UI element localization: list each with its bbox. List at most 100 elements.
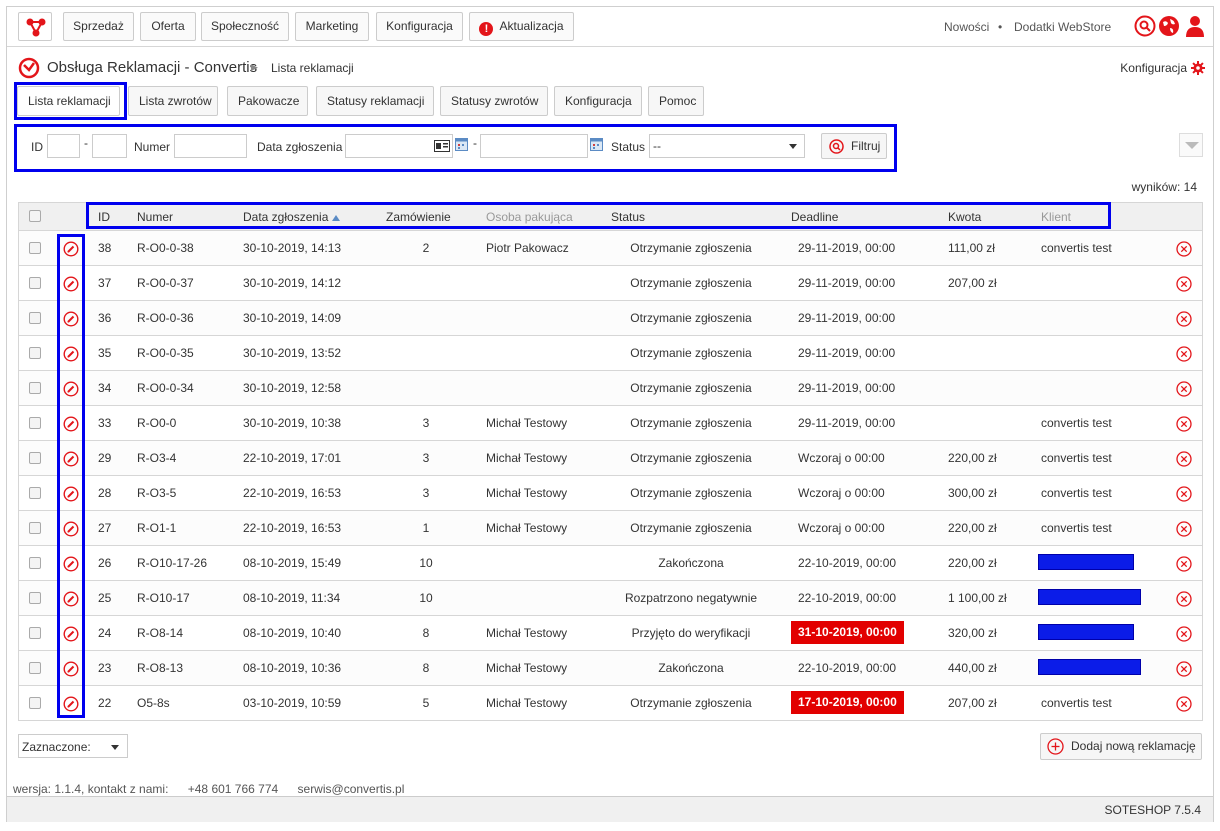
calendar-icon[interactable]: [455, 138, 468, 151]
nav-konfiguracja[interactable]: Konfiguracja: [376, 12, 463, 41]
select-all-checkbox[interactable]: [29, 210, 41, 222]
cell-deadline: 29-11-2019, 00:00: [798, 241, 896, 255]
row-checkbox[interactable]: [29, 592, 41, 604]
search-icon[interactable]: [1134, 15, 1156, 37]
calendar-icon[interactable]: [590, 138, 603, 151]
table-row[interactable]: 28 R-O3-5 22-10-2019, 16:53 3 Michał Testowy…: [19, 476, 1202, 511]
filter-id-from-input[interactable]: [47, 134, 80, 158]
delete-icon[interactable]: [1176, 556, 1192, 572]
nav-sprzedaz[interactable]: Sprzedaż: [63, 12, 134, 41]
delete-icon[interactable]: [1176, 346, 1192, 362]
delete-icon[interactable]: [1176, 416, 1192, 432]
tab-pomoc[interactable]: Pomoc: [648, 86, 704, 116]
edit-icon[interactable]: [63, 626, 79, 642]
filter-button[interactable]: Filtruj: [821, 133, 887, 159]
delete-icon[interactable]: [1176, 626, 1192, 642]
row-checkbox[interactable]: [29, 382, 41, 394]
nav-aktualizacja[interactable]: ! Aktualizacja: [469, 12, 574, 41]
nav-marketing[interactable]: Marketing: [295, 12, 369, 41]
nav-oferta[interactable]: Oferta: [140, 12, 196, 41]
delete-icon[interactable]: [1176, 696, 1192, 712]
edit-icon[interactable]: [63, 661, 79, 677]
gear-icon[interactable]: [1191, 61, 1205, 75]
row-checkbox[interactable]: [29, 522, 41, 534]
bulk-action-select[interactable]: Zaznaczone:: [18, 734, 128, 758]
row-checkbox[interactable]: [29, 452, 41, 464]
filter-id-to-input[interactable]: [92, 134, 127, 158]
delete-icon[interactable]: [1176, 451, 1192, 467]
row-checkbox[interactable]: [29, 277, 41, 289]
delete-icon[interactable]: [1176, 381, 1192, 397]
delete-icon[interactable]: [1176, 311, 1192, 327]
collapse-filter-button[interactable]: [1179, 133, 1203, 157]
table-row[interactable]: 23 R-O8-13 08-10-2019, 10:36 8 Michał Testow…: [19, 651, 1202, 686]
user-icon[interactable]: [1184, 15, 1206, 37]
edit-icon[interactable]: [63, 521, 79, 537]
row-checkbox[interactable]: [29, 662, 41, 674]
config-link[interactable]: Konfiguracja: [1120, 61, 1187, 75]
edit-icon[interactable]: [63, 591, 79, 607]
globe-icon[interactable]: [1158, 15, 1180, 37]
row-checkbox[interactable]: [29, 627, 41, 639]
filter-numer-input[interactable]: [174, 134, 247, 158]
table-row[interactable]: 35 R-O0-0-35 30-10-2019, 13:52 Otrzymanie z…: [19, 336, 1202, 371]
col-zamowienie[interactable]: Zamówienie: [386, 210, 451, 224]
home-logo-button[interactable]: [18, 12, 52, 41]
table-row[interactable]: 25 R-O10-17 08-10-2019, 11:34 10 Rozpatrzono…: [19, 581, 1202, 616]
tab-statusy-zwrotow[interactable]: Statusy zwrotów: [440, 86, 548, 116]
edit-icon[interactable]: [63, 241, 79, 257]
tab-konfiguracja[interactable]: Konfiguracja: [554, 86, 642, 116]
filter-date-to-input[interactable]: [480, 134, 588, 158]
edit-icon[interactable]: [63, 311, 79, 327]
table-row[interactable]: 36 R-O0-0-36 30-10-2019, 14:09 Otrzymanie z…: [19, 301, 1202, 336]
row-checkbox[interactable]: [29, 697, 41, 709]
tab-lista-zwrotow[interactable]: Lista zwrotów: [128, 86, 218, 116]
delete-icon[interactable]: [1176, 591, 1192, 607]
table-row[interactable]: 24 R-O8-14 08-10-2019, 10:40 8 Michał Testow…: [19, 616, 1202, 651]
delete-icon[interactable]: [1176, 486, 1192, 502]
edit-icon[interactable]: [63, 696, 79, 712]
delete-icon[interactable]: [1176, 521, 1192, 537]
filter-date-dash: -: [473, 136, 477, 150]
edit-icon[interactable]: [63, 416, 79, 432]
col-kwota[interactable]: Kwota: [948, 210, 981, 224]
table-row[interactable]: 29 R-O3-4 22-10-2019, 17:01 3 Michał Testowy…: [19, 441, 1202, 476]
row-checkbox[interactable]: [29, 487, 41, 499]
delete-icon[interactable]: [1176, 241, 1192, 257]
table-row[interactable]: 33 R-O0-0 30-10-2019, 10:38 3 Michał Testowy…: [19, 406, 1202, 441]
link-nowosci[interactable]: Nowości: [944, 20, 989, 34]
edit-icon[interactable]: [63, 486, 79, 502]
col-data[interactable]: Data zgłoszenia: [243, 210, 341, 224]
add-reklamacja-button[interactable]: Dodaj nową reklamację: [1040, 733, 1202, 760]
filter-date-from-input[interactable]: [345, 134, 453, 158]
tab-pakowacze[interactable]: Pakowacze: [227, 86, 308, 116]
row-checkbox[interactable]: [29, 242, 41, 254]
row-checkbox[interactable]: [29, 557, 41, 569]
delete-icon[interactable]: [1176, 661, 1192, 677]
tab-statusy-reklamacji[interactable]: Statusy reklamacji: [316, 86, 434, 116]
edit-icon[interactable]: [63, 381, 79, 397]
edit-icon[interactable]: [63, 346, 79, 362]
edit-icon[interactable]: [63, 556, 79, 572]
row-checkbox[interactable]: [29, 347, 41, 359]
table-row[interactable]: 27 R-O1-1 22-10-2019, 16:53 1 Michał Testowy…: [19, 511, 1202, 546]
table-row[interactable]: 38 R-O0-0-38 30-10-2019, 14:13 2 Piotr Pakow…: [19, 231, 1202, 266]
table-row[interactable]: 22 O5-8s 03-10-2019, 10:59 5 Michał Testowy O…: [19, 686, 1202, 721]
col-status[interactable]: Status: [611, 210, 645, 224]
delete-icon[interactable]: [1176, 276, 1192, 292]
edit-icon[interactable]: [63, 451, 79, 467]
footer-email[interactable]: serwis@convertis.pl: [298, 782, 405, 796]
link-dodatki-webstore[interactable]: Dodatki WebStore: [1014, 20, 1111, 34]
tab-lista-reklamacji[interactable]: Lista reklamacji: [17, 86, 120, 116]
filter-status-select[interactable]: --: [649, 134, 805, 158]
edit-icon[interactable]: [63, 276, 79, 292]
table-row[interactable]: 26 R-O10-17-26 08-10-2019, 15:49 10 Zakończo…: [19, 546, 1202, 581]
row-checkbox[interactable]: [29, 417, 41, 429]
col-deadline[interactable]: Deadline: [791, 210, 838, 224]
col-numer[interactable]: Numer: [137, 210, 173, 224]
row-checkbox[interactable]: [29, 312, 41, 324]
table-row[interactable]: 37 R-O0-0-37 30-10-2019, 14:12 Otrzymanie z…: [19, 266, 1202, 301]
table-row[interactable]: 34 R-O0-0-34 30-10-2019, 12:58 Otrzymanie z…: [19, 371, 1202, 406]
col-id[interactable]: ID: [98, 210, 110, 224]
nav-spolecznosc[interactable]: Społeczność: [201, 12, 289, 41]
